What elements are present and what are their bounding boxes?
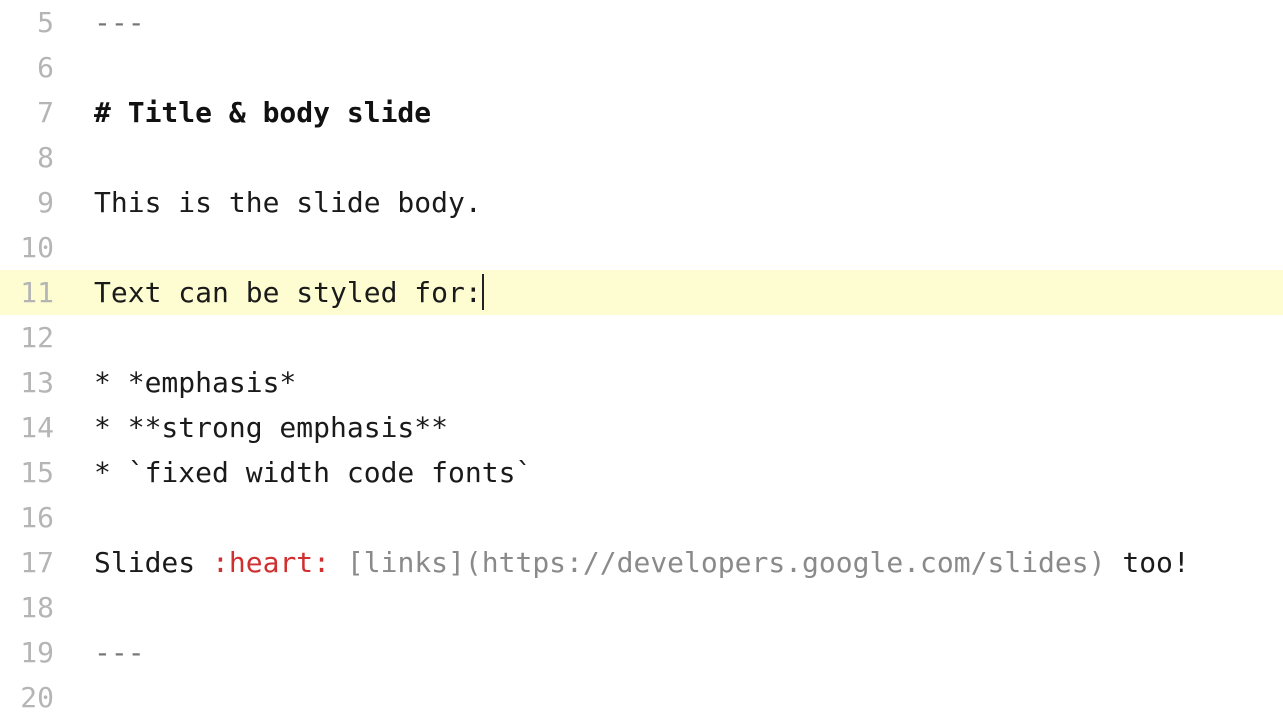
line-content[interactable]: * *emphasis* — [72, 360, 1283, 405]
code-segment: too! — [1105, 546, 1189, 579]
code-segment: --- — [94, 636, 145, 669]
line-number: 18 — [0, 585, 72, 630]
line-number: 17 — [0, 540, 72, 585]
editor-line[interactable]: 13 * *emphasis* — [0, 360, 1283, 405]
editor-line[interactable]: 20 — [0, 675, 1283, 720]
line-content[interactable]: * `fixed width code fonts` — [72, 450, 1283, 495]
code-segment: * `fixed width code fonts` — [94, 456, 532, 489]
editor-line[interactable]: 14 * **strong emphasis** — [0, 405, 1283, 450]
code-segment: --- — [94, 6, 145, 39]
code-segment: [links](https://developers.google.com/sl… — [347, 546, 1106, 579]
editor-line[interactable]: 5 --- — [0, 0, 1283, 45]
line-number: 11 — [0, 270, 72, 315]
line-content[interactable]: Slides :heart: [links](https://developer… — [72, 540, 1283, 585]
line-number: 19 — [0, 630, 72, 675]
line-number: 12 — [0, 315, 72, 360]
editor-line[interactable]: 15 * `fixed width code fonts` — [0, 450, 1283, 495]
editor-line[interactable]: 17Slides :heart: [links](https://develop… — [0, 540, 1283, 585]
editor-line[interactable]: 16 — [0, 495, 1283, 540]
line-number: 16 — [0, 495, 72, 540]
line-content[interactable]: # Title & body slide — [72, 90, 1283, 135]
code-segment: This is the slide body. — [94, 186, 482, 219]
editor-line[interactable]: 18 — [0, 585, 1283, 630]
line-content[interactable]: --- — [72, 0, 1283, 45]
line-number: 13 — [0, 360, 72, 405]
code-segment: Slides — [94, 546, 212, 579]
line-number: 5 — [0, 0, 72, 45]
line-number: 15 — [0, 450, 72, 495]
editor-line[interactable]: 11 Text can be styled for: — [0, 270, 1283, 315]
line-number: 9 — [0, 180, 72, 225]
line-number: 7 — [0, 90, 72, 135]
editor-line[interactable]: 7 # Title & body slide — [0, 90, 1283, 135]
line-content[interactable]: This is the slide body. — [72, 180, 1283, 225]
line-number: 8 — [0, 135, 72, 180]
line-content[interactable]: --- — [72, 630, 1283, 675]
line-number: 6 — [0, 45, 72, 90]
code-segment — [330, 546, 347, 579]
editor-line[interactable]: 12 — [0, 315, 1283, 360]
editor-line[interactable]: 8 — [0, 135, 1283, 180]
code-segment: Text can be styled for: — [94, 276, 482, 309]
line-number: 10 — [0, 225, 72, 270]
code-segment: # Title & body slide — [94, 96, 431, 129]
code-segment: * *emphasis* — [94, 366, 296, 399]
editor-line[interactable]: 9 This is the slide body. — [0, 180, 1283, 225]
line-number: 14 — [0, 405, 72, 450]
line-number: 20 — [0, 675, 72, 720]
code-segment: * **strong emphasis** — [94, 411, 448, 444]
code-segment: :heart: — [212, 546, 330, 579]
editor-line[interactable]: 19 --- — [0, 630, 1283, 675]
editor-line[interactable]: 6 — [0, 45, 1283, 90]
line-content[interactable]: * **strong emphasis** — [72, 405, 1283, 450]
code-editor[interactable]: 5 --- 67 # Title & body slide 89 This is the … — [0, 0, 1283, 721]
line-content[interactable]: Text can be styled for: — [72, 270, 1283, 315]
editor-line[interactable]: 10 — [0, 225, 1283, 270]
